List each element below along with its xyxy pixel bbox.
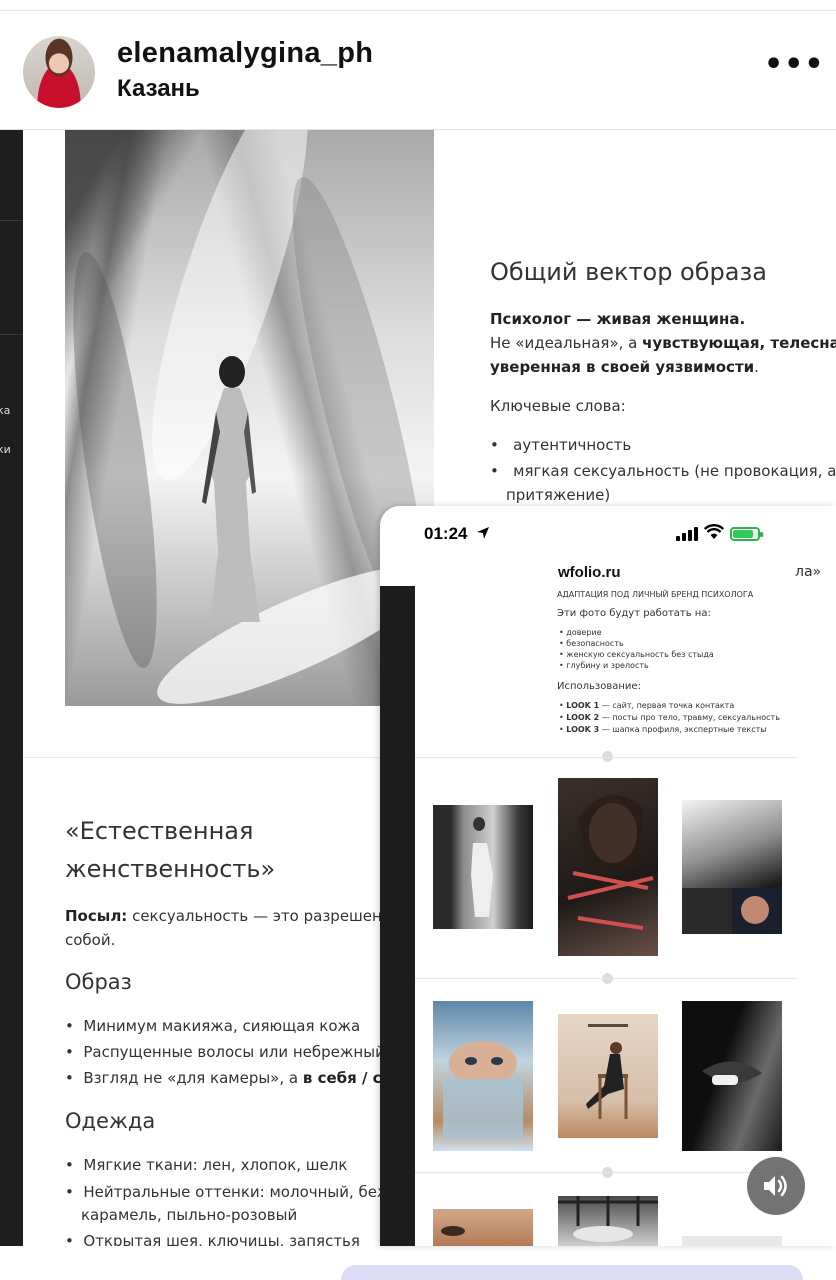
card-works-item: • женскую сексуальность без стыда (559, 650, 714, 659)
url-right-fragment: ла» (795, 564, 822, 580)
woman-silhouette (202, 356, 260, 622)
strip-glyph: ı (0, 176, 1, 189)
status-time: 01:24 (424, 524, 468, 543)
browser-url-bar[interactable]: wfolio.ru ла» (380, 564, 836, 586)
gallery-photo[interactable] (682, 1001, 782, 1151)
gallery-separator (415, 978, 797, 979)
keyword-text: аутентичность (513, 436, 632, 454)
card-works-label: Эти фото будут работать на: (557, 608, 711, 619)
status-bar: 01:24 (380, 506, 836, 564)
card-usage-label: Использование: (557, 681, 641, 692)
feminine-title-1: «Естественная (65, 817, 254, 845)
strip-text: ка (0, 404, 11, 417)
vector-line-3: уверенная в своей уязвимости. (490, 358, 759, 376)
clothes-bullet: • Мягкие ткани: лен, хлопок, шелк (65, 1156, 348, 1174)
card-works-item-text: доверие (566, 628, 602, 637)
sound-toggle-button[interactable] (747, 1157, 805, 1215)
feminine-title-2: женственность» (65, 855, 276, 883)
gallery-photo[interactable] (433, 1209, 533, 1246)
feminine-message: Посыл: сексуальность — это разрешение (65, 907, 401, 925)
left-dark-strip: ı ка ки (0, 130, 23, 1246)
image-bullet-text: Распущенные волосы или небрежный (83, 1043, 385, 1061)
gallery-photo[interactable] (433, 1001, 533, 1151)
gallery-photo[interactable] (682, 800, 782, 934)
message-label: Посыл: (65, 907, 128, 925)
usage-text: — сайт, первая точка контакта (599, 701, 735, 710)
url-text[interactable]: wfolio.ru (558, 564, 621, 581)
card-top-label: АДАПТАЦИЯ ПОД ЛИЧНЫЙ БРЕНД ПСИХОЛОГА (557, 590, 754, 599)
gallery-separator (415, 757, 797, 758)
battery-charging-icon (730, 527, 763, 541)
gallery-separator (415, 1172, 797, 1173)
vector-lead: Психолог — живая женщина. (490, 310, 746, 328)
vector-line-3-bold: уверенная в своей уязвимости (490, 358, 755, 376)
section-title-vector: Общий вектор образа (490, 258, 767, 286)
strip-text: ки (0, 443, 11, 456)
keyword-item: • мягкая сексуальность (не провокация, а (490, 462, 836, 480)
clothes-bullet-text: Мягкие ткани: лен, хлопок, шелк (83, 1156, 348, 1174)
image-bullet: • Распущенные волосы или небрежный (65, 1043, 385, 1061)
card-works-item: • глубину и зрелость (559, 661, 649, 670)
woman-drapery-photo (65, 130, 434, 706)
location-arrow-icon (477, 527, 489, 539)
bottom-action-pill[interactable] (341, 1265, 803, 1280)
image-bullet-text: Взгляд не «для камеры», а (83, 1069, 303, 1087)
strip-divider (0, 220, 23, 221)
image-bullet: • Взгляд не «для камеры», а в себя / скв… (65, 1069, 412, 1087)
message-text: сексуальность — это разрешение (127, 907, 401, 925)
feminine-message-2: собой. (65, 931, 116, 949)
card-works-item-text: безопасность (566, 639, 624, 648)
card-works-item: • доверие (559, 628, 602, 637)
username[interactable]: elenamalygina_ph (117, 37, 373, 70)
keyword-text: мягкая сексуальность (не провокация, а (513, 462, 836, 480)
location[interactable]: Казань (117, 75, 200, 103)
cellular-signal-icon (676, 527, 698, 541)
clothes-bullet: • Нейтральные оттенки: молочный, беж, (65, 1183, 396, 1201)
image-heading: Образ (65, 970, 132, 994)
card-works-item-text: глубину и зрелость (566, 661, 649, 670)
vector-line-2: Не «идеальная», а чувствующая, телесная, (490, 334, 836, 352)
usage-text: — шапка профиля, экспертные тексты (599, 725, 767, 734)
card-usage-item: • LOOK 3 — шапка профиля, экспертные тек… (559, 725, 767, 734)
gallery-photo[interactable] (558, 778, 658, 956)
card-usage-item: • LOOK 1 — сайт, первая точка контакта (559, 701, 735, 710)
post-header: elenamalygina_ph Казань ••• (0, 11, 836, 130)
clothes-bullet: • Открытая шея, ключицы, запястья (65, 1232, 360, 1246)
vector-line-3-text: . (754, 358, 759, 376)
strip-divider (0, 334, 23, 335)
keyword-item-cont: притяжение) (506, 486, 611, 504)
card-usage-item: • LOOK 2 — посты про тело, травму, сексу… (559, 713, 780, 722)
keyword-item: • аутентичность (490, 436, 632, 454)
gallery-photo[interactable] (558, 1196, 658, 1246)
keywords-label: Ключевые слова: (490, 397, 626, 415)
vector-line-2-bold: чувствующая, телесная, (642, 334, 836, 352)
clothes-heading: Одежда (65, 1109, 156, 1133)
image-bullet: • Минимум макияжа, сияющая кожа (65, 1017, 361, 1035)
branding-card: АДАПТАЦИЯ ПОД ЛИЧНЫЙ БРЕНД ПСИХОЛОГА Эти… (415, 586, 797, 754)
clothes-bullet-cont: карамель, пыльно-розовый (81, 1206, 298, 1224)
gallery-photo[interactable] (433, 805, 533, 929)
card-works-item: • безопасность (559, 639, 624, 648)
phone-left-dark-strip (380, 586, 415, 1246)
clothes-bullet-text: Открытая шея, ключицы, запястья (83, 1232, 360, 1246)
usage-bold: LOOK 2 (566, 713, 600, 722)
card-works-item-text: женскую сексуальность без стыда (566, 650, 714, 659)
avatar[interactable] (23, 36, 95, 108)
clothes-bullet-text: Нейтральные оттенки: молочный, беж, (83, 1183, 396, 1201)
more-horizontal-icon[interactable]: ••• (764, 50, 824, 83)
usage-text: — посты про тело, травму, сексуальность (599, 713, 780, 722)
gallery-photo[interactable] (558, 1014, 658, 1138)
usage-bold: LOOK 3 (566, 725, 600, 734)
usage-bold: LOOK 1 (566, 701, 600, 710)
vector-line-2-text: Не «идеальная», а (490, 334, 643, 352)
gallery-photo[interactable] (682, 1236, 782, 1246)
speaker-icon (764, 1175, 787, 1197)
image-bullet-text: Минимум макияжа, сияющая кожа (83, 1017, 361, 1035)
phone-screenshot: 01:24 wfolio.ru ла» АДАПТАЦИЯ ПОД ЛИЧНЫЙ… (380, 506, 836, 1246)
wifi-icon (704, 524, 724, 539)
